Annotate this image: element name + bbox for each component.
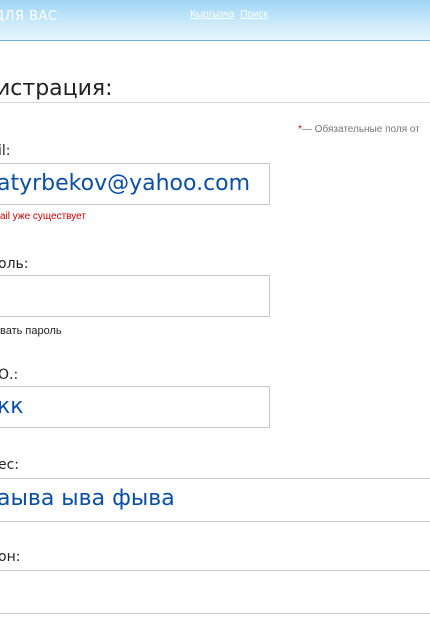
header-bar: ДЛЯ ВАС Кыргызча Поиск xyxy=(0,0,430,41)
password-field[interactable] xyxy=(0,275,270,317)
email-label: il: xyxy=(0,143,11,159)
brand-text: ДЛЯ ВАС xyxy=(0,9,58,24)
fio-label: О.: xyxy=(0,367,19,383)
show-password-toggle[interactable]: вать пароль xyxy=(0,325,62,337)
search-link[interactable]: Поиск xyxy=(240,9,268,20)
page-title: истрация: xyxy=(0,76,113,101)
address-label: ес: xyxy=(0,457,20,473)
required-fields-note: *— Обязательные поля от xyxy=(298,124,420,135)
address-field[interactable]: аыва ыва фыва xyxy=(0,478,430,522)
email-field[interactable]: atyrbekov@yahoo.com xyxy=(0,163,270,205)
title-divider xyxy=(0,102,430,103)
phone-field[interactable] xyxy=(0,570,430,614)
password-label: оль: xyxy=(0,256,29,272)
required-note-text: — Обязательные поля от xyxy=(301,124,420,135)
language-link[interactable]: Кыргызча xyxy=(190,9,234,20)
phone-label: он: xyxy=(0,549,21,565)
email-error: ail уже существует xyxy=(0,211,86,222)
header-links: Кыргызча Поиск xyxy=(190,9,271,20)
fio-field[interactable]: кк xyxy=(0,386,270,428)
